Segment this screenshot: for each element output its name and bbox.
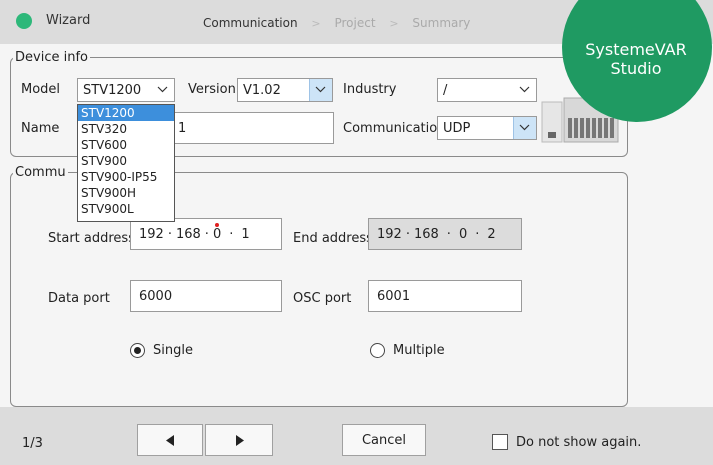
model-select[interactable]: STV1200 bbox=[77, 78, 175, 102]
industry-value: / bbox=[443, 83, 448, 98]
ip-separator: · bbox=[204, 227, 209, 242]
cancel-label: Cancel bbox=[361, 433, 407, 448]
end-ip-octet-1: 192 bbox=[377, 227, 402, 242]
chevron-down-icon bbox=[152, 79, 174, 101]
end-ip: 192 · 168 · 0 · 2 bbox=[377, 227, 496, 242]
data-port-field[interactable]: 6000 bbox=[130, 280, 282, 312]
step-project: Project bbox=[334, 16, 376, 30]
start-ip-octet-4: 1 bbox=[241, 227, 250, 242]
dont-show-label: Do not show again. bbox=[516, 435, 642, 450]
start-ip-octet-3: 0 bbox=[212, 227, 222, 242]
model-value: STV1200 bbox=[83, 83, 142, 98]
multiple-radio[interactable]: Multiple bbox=[370, 343, 445, 358]
osc-port-field[interactable]: 6001 bbox=[368, 280, 522, 312]
step-communication: Communication bbox=[203, 16, 298, 30]
industry-label: Industry bbox=[343, 82, 397, 97]
ip-separator: · bbox=[446, 227, 451, 242]
next-button[interactable] bbox=[205, 424, 273, 456]
previous-button[interactable] bbox=[137, 424, 203, 456]
step-separator: > bbox=[311, 17, 321, 30]
model-option[interactable]: STV900L bbox=[78, 201, 174, 217]
communication-select[interactable]: UDP bbox=[437, 116, 537, 140]
chevron-down-icon bbox=[514, 79, 536, 101]
model-option[interactable]: STV900H bbox=[78, 185, 174, 201]
brand-line-1: SystemeVAR bbox=[585, 40, 687, 59]
osc-port-label: OSC port bbox=[293, 291, 352, 306]
end-ip-octet-2: 168 bbox=[413, 227, 439, 242]
step-separator: > bbox=[389, 17, 399, 30]
start-ip: 192 · 168 · 0 · 1 bbox=[139, 223, 250, 242]
version-select[interactable]: V1.02 bbox=[237, 78, 333, 102]
radio-selected-icon bbox=[130, 343, 145, 358]
ip-separator: · bbox=[475, 227, 480, 242]
start-address-label: Start address bbox=[48, 231, 135, 246]
osc-port-value: 6001 bbox=[377, 289, 411, 304]
ip-separator: · bbox=[405, 227, 410, 242]
version-label: Version bbox=[188, 82, 236, 97]
model-option[interactable]: STV600 bbox=[78, 137, 174, 153]
chevron-down-icon bbox=[513, 117, 536, 139]
app-dot-icon bbox=[16, 13, 32, 29]
multiple-label: Multiple bbox=[393, 343, 445, 358]
model-option[interactable]: STV320 bbox=[78, 121, 174, 137]
communication-label: Communication bbox=[343, 121, 446, 136]
data-port-value: 6000 bbox=[139, 289, 173, 304]
ip-separator: · bbox=[167, 227, 172, 242]
model-option[interactable]: STV900-IP55 bbox=[78, 169, 174, 185]
communication-legend: Commu bbox=[15, 165, 66, 180]
device-info-legend: Device info bbox=[15, 50, 88, 65]
single-radio[interactable]: Single bbox=[130, 343, 193, 358]
data-port-label: Data port bbox=[48, 291, 110, 306]
single-label: Single bbox=[153, 343, 193, 358]
model-dropdown-list[interactable]: STV1200 STV320 STV600 STV900 STV900-IP55… bbox=[77, 104, 175, 222]
wizard-footer: 1/3 Cancel Do not show again. bbox=[0, 407, 713, 465]
model-label: Model bbox=[21, 82, 61, 97]
arrow-right-icon bbox=[236, 435, 244, 446]
radio-unselected-icon bbox=[370, 343, 385, 358]
chevron-down-icon bbox=[309, 79, 332, 101]
window-title: Wizard bbox=[46, 13, 91, 28]
name-value: 1 bbox=[178, 121, 187, 136]
model-option[interactable]: STV900 bbox=[78, 153, 174, 169]
communication-value: UDP bbox=[443, 121, 471, 136]
page-indicator: 1/3 bbox=[22, 436, 43, 451]
dont-show-checkbox[interactable] bbox=[492, 434, 508, 450]
industry-select[interactable]: / bbox=[437, 78, 537, 102]
wizard-steps: Communication > Project > Summary bbox=[203, 16, 470, 30]
end-ip-octet-4: 2 bbox=[487, 227, 496, 242]
ip-separator: · bbox=[229, 227, 234, 242]
start-address-field[interactable]: 192 · 168 · 0 · 1 bbox=[130, 218, 282, 250]
brand-text: SystemeVAR Studio bbox=[566, 40, 706, 78]
step-summary: Summary bbox=[412, 16, 471, 30]
end-address-field: 192 · 168 · 0 · 2 bbox=[368, 218, 522, 250]
cancel-button[interactable]: Cancel bbox=[342, 424, 426, 456]
end-address-label: End address bbox=[293, 231, 373, 246]
start-ip-octet-1: 192 bbox=[139, 227, 164, 242]
model-option[interactable]: STV1200 bbox=[78, 105, 174, 121]
end-ip-octet-3: 0 bbox=[458, 227, 468, 242]
name-label: Name bbox=[21, 121, 60, 136]
edit-cursor-marker bbox=[214, 223, 219, 227]
start-ip-octet-2: 168 bbox=[175, 227, 201, 242]
arrow-left-icon bbox=[166, 435, 174, 446]
brand-line-2: Studio bbox=[610, 59, 662, 78]
version-value: V1.02 bbox=[243, 83, 281, 98]
